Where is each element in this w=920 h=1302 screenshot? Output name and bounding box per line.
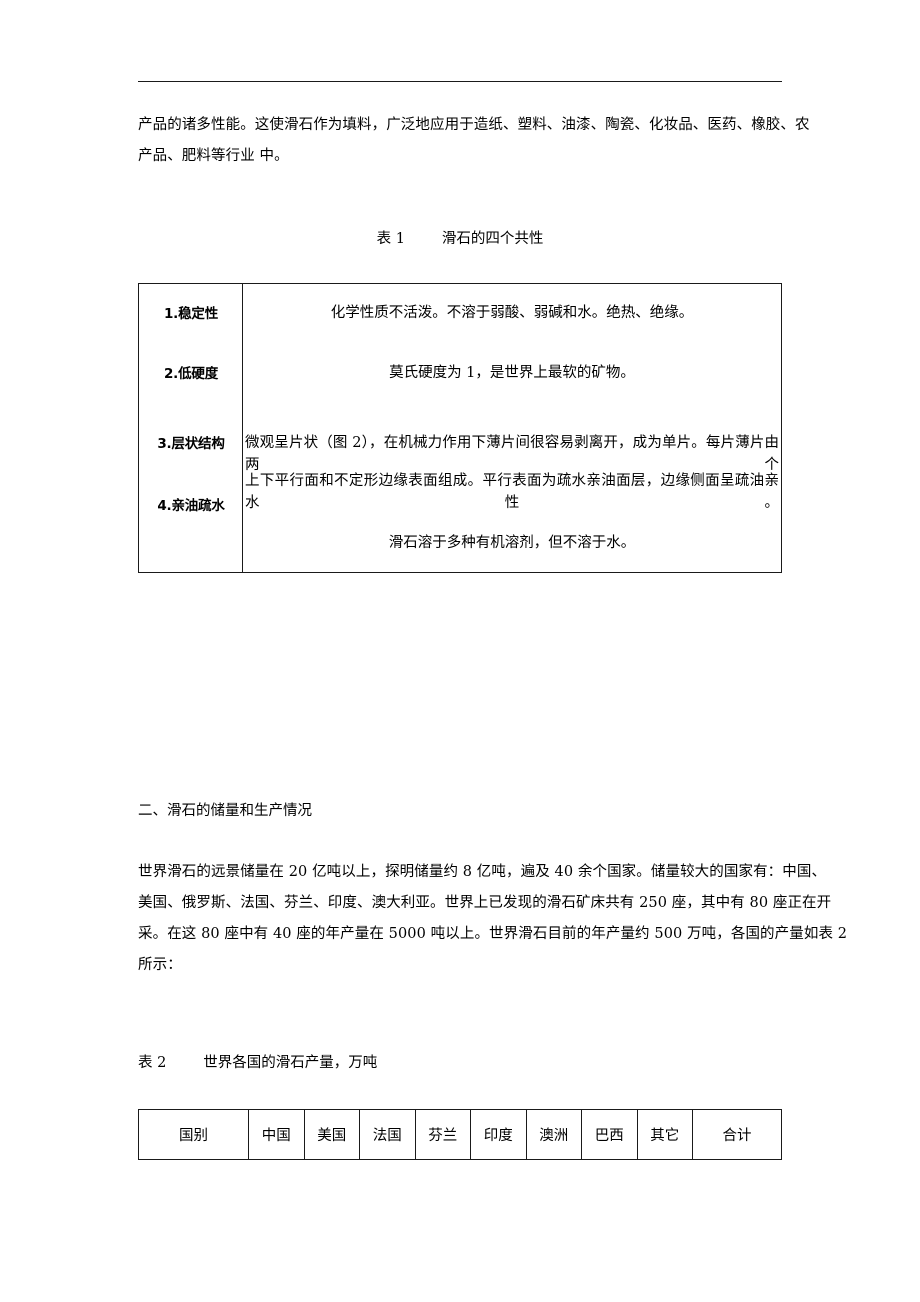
table2-header-india: 印度 [471,1110,527,1159]
reserves-paragraph-line-4: 所示： [138,957,182,973]
intro-paragraph-line-2: 产品、肥料等行业 中。 [138,148,289,164]
table1-description-line-4: 上下平行面和不定形边缘表面组成。平行表面为疏水亲油面层，边缘侧面呈疏油亲水性。 [245,473,779,511]
document-page: 产品的诸多性能。这使滑石作为填料，广泛地应用于造纸、塑料、油漆、陶瓷、化妆品、医… [0,0,920,1302]
table2-header-china: 中国 [249,1110,305,1159]
table2-header-usa: 美国 [305,1110,360,1159]
table-world-talc-output: 国别 中国 美国 法国 芬兰 印度 澳洲 巴西 其它 合计 [138,1109,782,1160]
table2-header-australia: 澳洲 [527,1110,582,1159]
reserves-paragraph: 世界滑石的远景储量在 20 亿吨以上，探明储量约 8 亿吨，遍及 40 余个国家… [138,857,848,981]
table2-header-france: 法国 [360,1110,416,1159]
table1-description-line-2: 莫氏硬度为 1，是世界上最软的矿物。 [389,365,635,381]
table2-header-country: 国别 [139,1110,249,1159]
table1-description-line-1: 化学性质不活泼。不溶于弱酸、弱碱和水。绝热、绝缘。 [330,305,694,321]
table2-header-total: 合计 [722,1128,752,1144]
header-divider-rule [138,81,782,82]
table2-header-brazil: 巴西 [582,1110,638,1159]
table1-row-label-2: 2.低硬度 [163,366,219,382]
reserves-paragraph-line-3: 采。在这 80 座中有 40 座的年产量在 5000 吨以上。世界滑石目前的年产… [138,926,848,942]
intro-paragraph-line-1: 产品的诸多性能。这使滑石作为填料，广泛地应用于造纸、塑料、油漆、陶瓷、化妆品、医… [138,117,810,133]
table1-row-label-3: 3.层状结构 [157,436,225,452]
table1-caption: 表 1 滑石的四个共性 [376,231,544,247]
reserves-paragraph-line-2: 美国、俄罗斯、法国、芬兰、印度、澳大利亚。世界上已发现的滑石矿床共有 250 座… [138,895,832,911]
table1-description-column: 化学性质不活泼。不溶于弱酸、弱碱和水。绝热、绝缘。 莫氏硬度为 1，是世界上最软… [243,284,781,572]
table1-description-line-5: 滑石溶于多种有机溶剂，但不溶于水。 [388,535,636,551]
table-talc-properties: 1.稳定性 2.低硬度 3.层状结构 4.亲油疏水 化学性质不活泼。不溶于弱酸、… [138,283,782,573]
table2-caption: 表 2 世界各国的滑石产量，万吨 [138,1055,378,1071]
reserves-paragraph-line-1: 世界滑石的远景储量在 20 亿吨以上，探明储量约 8 亿吨，遍及 40 余个国家… [138,864,827,880]
table2-header-finland: 芬兰 [416,1110,471,1159]
table2-header-others: 其它 [638,1110,693,1159]
table1-label-column: 1.稳定性 2.低硬度 3.层状结构 4.亲油疏水 [139,284,243,572]
table1-row-label-4: 4.亲油疏水 [157,498,225,514]
intro-paragraph: 产品的诸多性能。这使滑石作为填料，广泛地应用于造纸、塑料、油漆、陶瓷、化妆品、医… [138,110,810,172]
section-heading-reserves: 二、滑石的储量和生产情况 [138,803,312,819]
table1-row-label-1: 1.稳定性 [163,306,219,322]
